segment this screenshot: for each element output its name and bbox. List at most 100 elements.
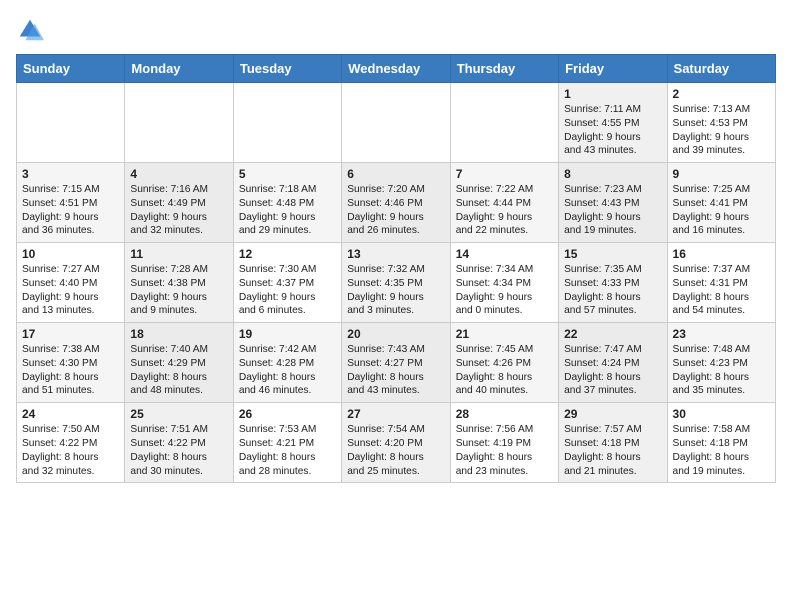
calendar-cell: 10 Sunrise: 7:27 AM Sunset: 4:40 PM Dayli…	[17, 243, 125, 323]
calendar-cell: 23 Sunrise: 7:48 AM Sunset: 4:23 PM Dayli…	[667, 323, 775, 403]
calendar-cell: 29 Sunrise: 7:57 AM Sunset: 4:18 PM Dayli…	[559, 403, 667, 483]
calendar-cell: 9 Sunrise: 7:25 AM Sunset: 4:41 PM Daylig…	[667, 163, 775, 243]
day-info: Sunrise: 7:45 AM Sunset: 4:26 PM Dayligh…	[456, 343, 553, 398]
calendar-cell: 20 Sunrise: 7:43 AM Sunset: 4:27 PM Dayli…	[342, 323, 450, 403]
calendar-container: SundayMondayTuesdayWednesdayThursdayFrid…	[0, 0, 792, 493]
day-info: Sunrise: 7:58 AM Sunset: 4:18 PM Dayligh…	[673, 423, 770, 478]
weekday-header-thursday: Thursday	[450, 55, 558, 83]
day-info: Sunrise: 7:28 AM Sunset: 4:38 PM Dayligh…	[130, 263, 227, 318]
calendar-cell: 19 Sunrise: 7:42 AM Sunset: 4:28 PM Dayli…	[233, 323, 341, 403]
calendar-cell: 30 Sunrise: 7:58 AM Sunset: 4:18 PM Dayli…	[667, 403, 775, 483]
calendar-cell: 22 Sunrise: 7:47 AM Sunset: 4:24 PM Dayli…	[559, 323, 667, 403]
day-number: 18	[130, 327, 227, 341]
day-number: 21	[456, 327, 553, 341]
weekday-header-row: SundayMondayTuesdayWednesdayThursdayFrid…	[17, 55, 776, 83]
calendar-cell	[342, 83, 450, 163]
day-number: 28	[456, 407, 553, 421]
calendar-cell: 21 Sunrise: 7:45 AM Sunset: 4:26 PM Dayli…	[450, 323, 558, 403]
calendar-cell: 18 Sunrise: 7:40 AM Sunset: 4:29 PM Dayli…	[125, 323, 233, 403]
calendar-cell: 8 Sunrise: 7:23 AM Sunset: 4:43 PM Daylig…	[559, 163, 667, 243]
day-info: Sunrise: 7:32 AM Sunset: 4:35 PM Dayligh…	[347, 263, 444, 318]
day-info: Sunrise: 7:43 AM Sunset: 4:27 PM Dayligh…	[347, 343, 444, 398]
day-number: 23	[673, 327, 770, 341]
calendar-cell: 5 Sunrise: 7:18 AM Sunset: 4:48 PM Daylig…	[233, 163, 341, 243]
calendar-cell: 14 Sunrise: 7:34 AM Sunset: 4:34 PM Dayli…	[450, 243, 558, 323]
calendar-cell: 4 Sunrise: 7:16 AM Sunset: 4:49 PM Daylig…	[125, 163, 233, 243]
day-number: 15	[564, 247, 661, 261]
calendar-cell	[233, 83, 341, 163]
day-number: 25	[130, 407, 227, 421]
calendar-cell: 2Sunrise: 7:13 AM Sunset: 4:53 PM Daylig…	[667, 83, 775, 163]
day-info: Sunrise: 7:25 AM Sunset: 4:41 PM Dayligh…	[673, 183, 770, 238]
weekday-header-friday: Friday	[559, 55, 667, 83]
day-number: 4	[130, 167, 227, 181]
day-info: Sunrise: 7:16 AM Sunset: 4:49 PM Dayligh…	[130, 183, 227, 238]
day-number: 13	[347, 247, 444, 261]
day-info: Sunrise: 7:38 AM Sunset: 4:30 PM Dayligh…	[22, 343, 119, 398]
day-number: 7	[456, 167, 553, 181]
logo-icon	[16, 16, 44, 44]
day-number: 5	[239, 167, 336, 181]
day-info: Sunrise: 7:40 AM Sunset: 4:29 PM Dayligh…	[130, 343, 227, 398]
calendar-cell	[17, 83, 125, 163]
day-info: Sunrise: 7:57 AM Sunset: 4:18 PM Dayligh…	[564, 423, 661, 478]
weekday-header-tuesday: Tuesday	[233, 55, 341, 83]
day-number: 14	[456, 247, 553, 261]
calendar-cell: 13 Sunrise: 7:32 AM Sunset: 4:35 PM Dayli…	[342, 243, 450, 323]
day-info: Sunrise: 7:50 AM Sunset: 4:22 PM Dayligh…	[22, 423, 119, 478]
day-number: 9	[673, 167, 770, 181]
calendar-cell: 3Sunrise: 7:15 AM Sunset: 4:51 PM Daylig…	[17, 163, 125, 243]
day-info: Sunrise: 7:47 AM Sunset: 4:24 PM Dayligh…	[564, 343, 661, 398]
day-number: 26	[239, 407, 336, 421]
calendar-cell: 15 Sunrise: 7:35 AM Sunset: 4:33 PM Dayli…	[559, 243, 667, 323]
day-number: 22	[564, 327, 661, 341]
day-info: Sunrise: 7:42 AM Sunset: 4:28 PM Dayligh…	[239, 343, 336, 398]
day-info: Sunrise: 7:22 AM Sunset: 4:44 PM Dayligh…	[456, 183, 553, 238]
calendar-header: SundayMondayTuesdayWednesdayThursdayFrid…	[17, 55, 776, 83]
calendar-week-2: 3Sunrise: 7:15 AM Sunset: 4:51 PM Daylig…	[17, 163, 776, 243]
weekday-header-wednesday: Wednesday	[342, 55, 450, 83]
day-number: 16	[673, 247, 770, 261]
day-info: Sunrise: 7:34 AM Sunset: 4:34 PM Dayligh…	[456, 263, 553, 318]
calendar-cell: 26 Sunrise: 7:53 AM Sunset: 4:21 PM Dayli…	[233, 403, 341, 483]
day-info: Sunrise: 7:18 AM Sunset: 4:48 PM Dayligh…	[239, 183, 336, 238]
calendar-week-3: 10 Sunrise: 7:27 AM Sunset: 4:40 PM Dayli…	[17, 243, 776, 323]
calendar-cell: 27Sunrise: 7:54 AM Sunset: 4:20 PM Dayli…	[342, 403, 450, 483]
header	[16, 16, 776, 44]
calendar-cell: 7 Sunrise: 7:22 AM Sunset: 4:44 PM Daylig…	[450, 163, 558, 243]
calendar-week-1: 1Sunrise: 7:11 AM Sunset: 4:55 PM Daylig…	[17, 83, 776, 163]
calendar-cell: 16 Sunrise: 7:37 AM Sunset: 4:31 PM Dayli…	[667, 243, 775, 323]
day-number: 29	[564, 407, 661, 421]
day-number: 3	[22, 167, 119, 181]
day-number: 24	[22, 407, 119, 421]
calendar-cell: 17 Sunrise: 7:38 AM Sunset: 4:30 PM Dayli…	[17, 323, 125, 403]
calendar-cell	[450, 83, 558, 163]
day-number: 8	[564, 167, 661, 181]
day-info: Sunrise: 7:23 AM Sunset: 4:43 PM Dayligh…	[564, 183, 661, 238]
calendar-body: 1Sunrise: 7:11 AM Sunset: 4:55 PM Daylig…	[17, 83, 776, 483]
day-number: 30	[673, 407, 770, 421]
calendar-cell: 1Sunrise: 7:11 AM Sunset: 4:55 PM Daylig…	[559, 83, 667, 163]
calendar-week-4: 17 Sunrise: 7:38 AM Sunset: 4:30 PM Dayli…	[17, 323, 776, 403]
day-info: Sunrise: 7:35 AM Sunset: 4:33 PM Dayligh…	[564, 263, 661, 318]
day-info: Sunrise: 7:54 AM Sunset: 4:20 PM Dayligh…	[347, 423, 444, 478]
day-info: Sunrise: 7:48 AM Sunset: 4:23 PM Dayligh…	[673, 343, 770, 398]
day-number: 6	[347, 167, 444, 181]
day-info: Sunrise: 7:27 AM Sunset: 4:40 PM Dayligh…	[22, 263, 119, 318]
calendar-cell: 6Sunrise: 7:20 AM Sunset: 4:46 PM Daylig…	[342, 163, 450, 243]
day-info: Sunrise: 7:30 AM Sunset: 4:37 PM Dayligh…	[239, 263, 336, 318]
weekday-header-saturday: Saturday	[667, 55, 775, 83]
calendar-week-5: 24 Sunrise: 7:50 AM Sunset: 4:22 PM Dayli…	[17, 403, 776, 483]
day-info: Sunrise: 7:37 AM Sunset: 4:31 PM Dayligh…	[673, 263, 770, 318]
day-number: 1	[564, 87, 661, 101]
calendar-cell: 25Sunrise: 7:51 AM Sunset: 4:22 PM Dayli…	[125, 403, 233, 483]
day-number: 19	[239, 327, 336, 341]
day-number: 10	[22, 247, 119, 261]
day-number: 17	[22, 327, 119, 341]
calendar-cell: 28 Sunrise: 7:56 AM Sunset: 4:19 PM Dayli…	[450, 403, 558, 483]
day-info: Sunrise: 7:53 AM Sunset: 4:21 PM Dayligh…	[239, 423, 336, 478]
calendar-cell: 24 Sunrise: 7:50 AM Sunset: 4:22 PM Dayli…	[17, 403, 125, 483]
calendar-cell	[125, 83, 233, 163]
day-number: 20	[347, 327, 444, 341]
day-info: Sunrise: 7:56 AM Sunset: 4:19 PM Dayligh…	[456, 423, 553, 478]
